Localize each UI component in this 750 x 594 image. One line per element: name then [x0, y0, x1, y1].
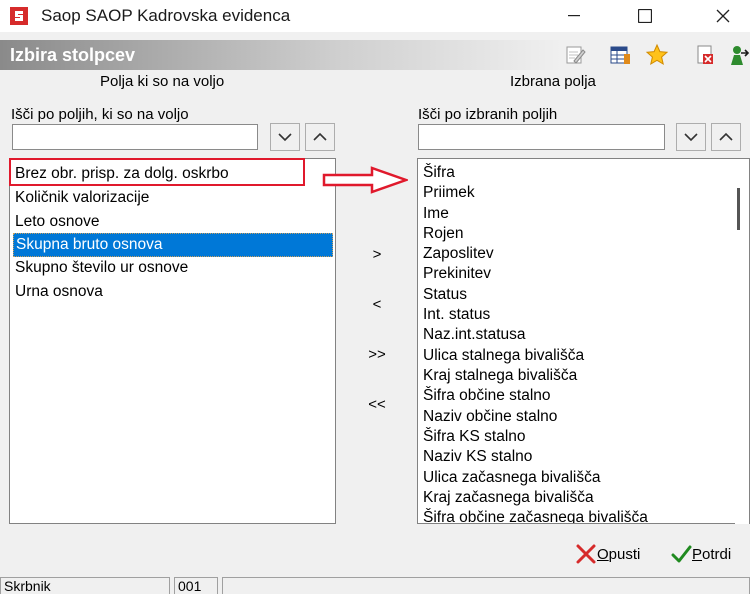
add-field-button[interactable]: >	[357, 242, 397, 268]
list-item[interactable]: Kraj začasnega bivališča	[423, 488, 594, 508]
star-icon[interactable]	[645, 43, 669, 67]
list-item[interactable]: Rojen	[423, 224, 464, 244]
page-title: Izbira stolpcev	[10, 45, 136, 65]
remove-all-fields-button[interactable]: <<	[357, 392, 397, 418]
available-fields-list[interactable]: Brez obr. prisp. za dolg. oskrbo Količni…	[9, 158, 336, 524]
cancel-button[interactable]: Opusti	[575, 540, 640, 568]
selected-fields-title: Izbrana polja	[510, 73, 596, 90]
list-item[interactable]: Skupno število ur osnove	[13, 257, 188, 281]
window-title: Saop SAOP Kadrovska evidenca	[41, 6, 291, 25]
list-item[interactable]: Status	[423, 285, 467, 305]
status-bar: Skrbnik 001	[0, 575, 750, 594]
cancel-label-accel: O	[597, 545, 609, 563]
cancel-x-icon	[576, 544, 596, 564]
chevron-up-icon	[719, 132, 733, 141]
checkmark-icon	[671, 545, 692, 563]
available-search-up-button[interactable]	[305, 123, 335, 151]
list-item[interactable]: Kraj stalnega bivališča	[423, 366, 577, 386]
confirm-label-accel: P	[692, 545, 703, 563]
highlight-box	[9, 158, 305, 186]
list-item[interactable]: Naz.int.statusa	[423, 325, 526, 345]
available-search-label: Išči po poljih, ki so na voljo	[11, 106, 189, 123]
list-item[interactable]: Leto osnove	[13, 211, 99, 235]
list-item[interactable]: Prekinitev	[423, 264, 491, 284]
chevron-up-icon	[313, 132, 327, 141]
list-item[interactable]: Priimek	[423, 183, 475, 203]
list-item[interactable]: Količnik valorizacije	[13, 187, 149, 211]
list-item-selected[interactable]: Skupna bruto osnova	[13, 233, 333, 257]
list-item[interactable]: Šifra	[423, 163, 455, 183]
delete-icon[interactable]	[693, 43, 717, 67]
list-item[interactable]: Šifra KS stalno	[423, 427, 526, 447]
maximize-button[interactable]	[622, 0, 668, 32]
chevron-down-icon	[278, 133, 292, 142]
selected-fields-list[interactable]: Šifra Priimek Ime Rojen Zaposlitev Preki…	[417, 158, 750, 524]
list-item[interactable]: Ulica stalnega bivališča	[423, 346, 584, 366]
selected-search-down-button[interactable]	[676, 123, 706, 151]
selected-search-up-button[interactable]	[711, 123, 741, 151]
confirm-label: otrdi	[702, 545, 732, 563]
available-search-input[interactable]	[12, 124, 258, 150]
annotation-arrow-icon	[322, 166, 410, 199]
available-fields-title: Polja ki so na voljo	[100, 73, 225, 90]
available-search-down-button[interactable]	[270, 123, 300, 151]
chevron-down-icon	[684, 133, 698, 142]
list-item[interactable]: Naziv občine stalno	[423, 407, 557, 427]
status-user: Skrbnik	[0, 577, 170, 594]
selected-search-label: Išči po izbranih poljih	[418, 106, 558, 123]
remove-field-button[interactable]: <	[357, 292, 397, 318]
list-item[interactable]: Šifra občine začasnega bivališča	[423, 508, 648, 523]
app-icon	[10, 7, 28, 25]
list-item[interactable]: Zaposlitev	[423, 244, 494, 264]
window-titlebar: Saop SAOP Kadrovska evidenca	[0, 0, 750, 32]
list-item[interactable]: Šifra občine stalno	[423, 386, 551, 406]
scrollbar-thumb[interactable]	[737, 188, 740, 230]
status-code: 001	[174, 577, 218, 594]
grid-icon[interactable]	[608, 43, 632, 67]
edit-icon[interactable]	[563, 43, 587, 67]
confirm-button[interactable]: Potrdi	[670, 540, 731, 568]
close-button[interactable]	[700, 0, 746, 32]
cancel-label: pusti	[608, 545, 641, 563]
selected-list-scrollbar[interactable]	[735, 160, 749, 524]
list-item[interactable]: Int. status	[423, 305, 490, 325]
minimize-button[interactable]	[551, 0, 597, 32]
header-bar: Izbira stolpcev	[0, 40, 750, 70]
list-item[interactable]: Urna osnova	[13, 281, 103, 305]
list-item[interactable]: Ulica začasnega bivališča	[423, 468, 600, 488]
add-all-fields-button[interactable]: >>	[357, 342, 397, 368]
selected-search-input[interactable]	[418, 124, 665, 150]
exit-icon[interactable]	[727, 43, 750, 67]
status-extra	[222, 577, 750, 594]
list-item[interactable]: Naziv KS stalno	[423, 447, 532, 467]
list-item[interactable]: Ime	[423, 204, 449, 224]
